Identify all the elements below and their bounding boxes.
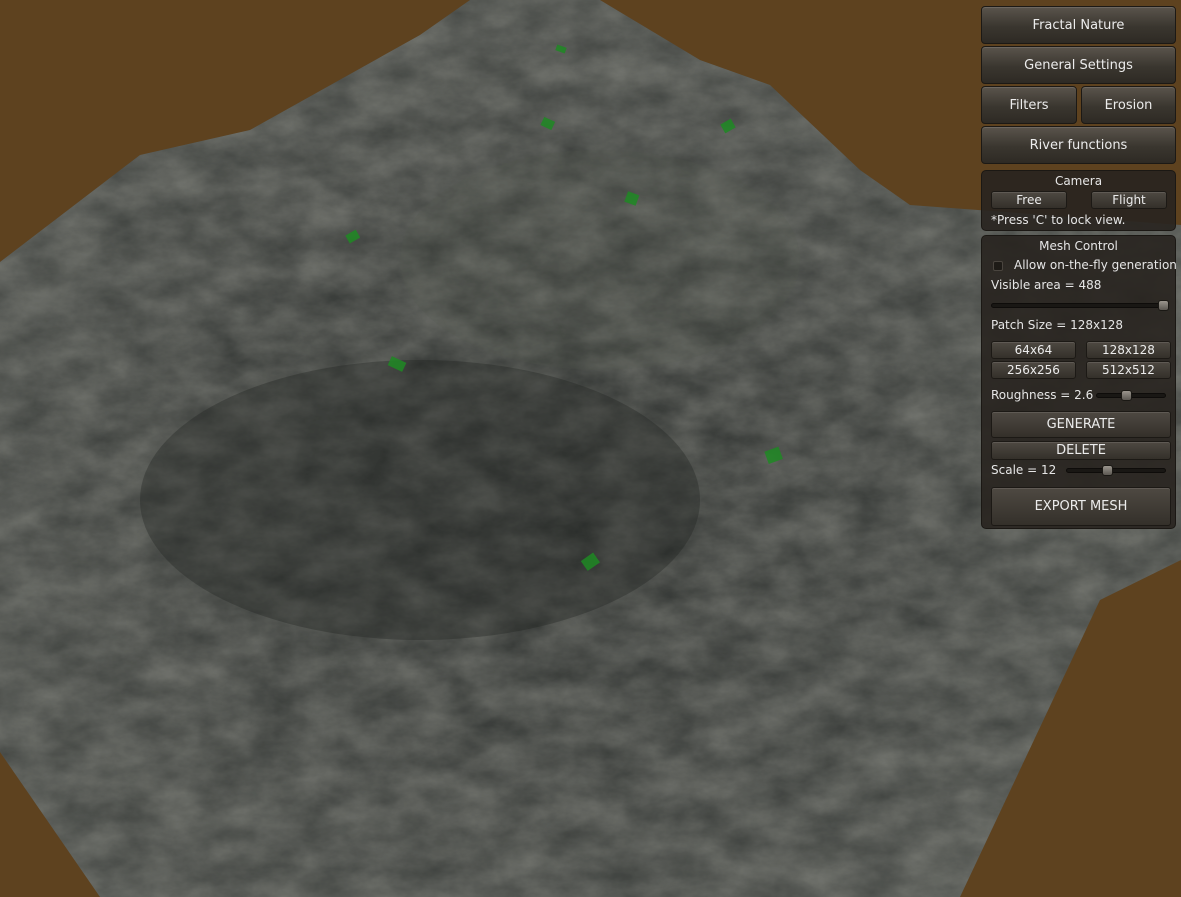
fractal-nature-button[interactable]: Fractal Nature: [981, 6, 1176, 44]
camera-title: Camera: [1054, 174, 1103, 188]
camera-hint: *Press 'C' to lock view.: [991, 213, 1126, 227]
allow-generation-label: Allow on-the-fly generation: [1014, 258, 1177, 272]
filters-button[interactable]: Filters: [981, 86, 1077, 124]
visible-area-slider[interactable]: [991, 303, 1169, 308]
patch-size-label: Patch Size = 128x128: [991, 318, 1123, 332]
mesh-control-title: Mesh Control: [1039, 239, 1118, 253]
visible-area-slider-thumb[interactable]: [1158, 300, 1169, 311]
patch-128-button[interactable]: 128x128: [1086, 341, 1171, 359]
export-mesh-button[interactable]: EXPORT MESH: [991, 487, 1171, 526]
roughness-slider-thumb[interactable]: [1120, 390, 1132, 401]
camera-flight-button[interactable]: Flight: [1091, 191, 1167, 209]
roughness-label: Roughness = 2.6: [991, 388, 1094, 402]
patch-64-button[interactable]: 64x64: [991, 341, 1076, 359]
visible-area-label: Visible area = 488: [991, 278, 1102, 292]
general-settings-button[interactable]: General Settings: [981, 46, 1176, 84]
patch-256-button[interactable]: 256x256: [991, 361, 1076, 379]
allow-generation-checkbox[interactable]: [993, 261, 1003, 271]
scale-slider-thumb[interactable]: [1101, 465, 1113, 476]
erosion-button[interactable]: Erosion: [1081, 86, 1176, 124]
river-functions-button[interactable]: River functions: [981, 126, 1176, 164]
patch-512-button[interactable]: 512x512: [1086, 361, 1171, 379]
generate-button[interactable]: GENERATE: [991, 411, 1171, 438]
scale-slider[interactable]: [1066, 468, 1166, 473]
camera-free-button[interactable]: Free: [991, 191, 1067, 209]
scale-label: Scale = 12: [991, 463, 1057, 477]
delete-button[interactable]: DELETE: [991, 441, 1171, 460]
